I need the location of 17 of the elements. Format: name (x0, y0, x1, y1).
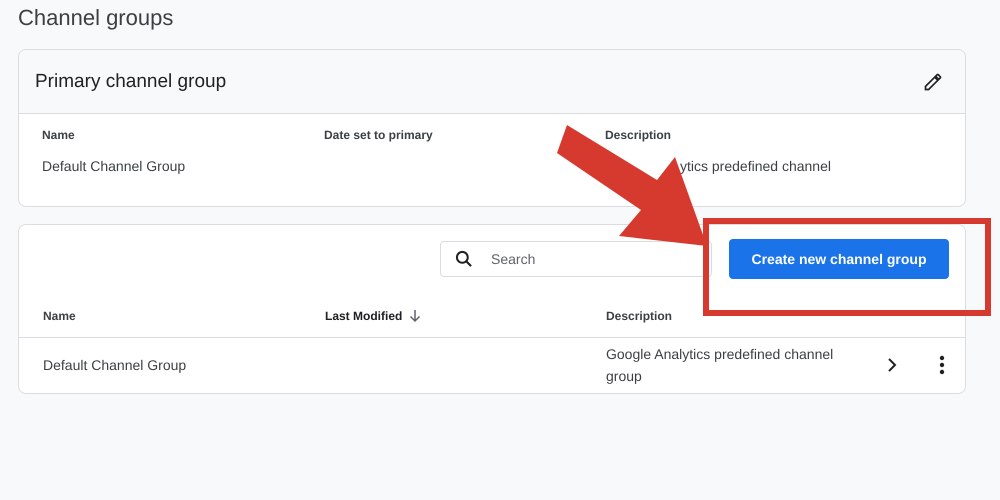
more-options-icon[interactable] (939, 355, 945, 375)
table-cell-text: Google Analytics predefined channel group (606, 345, 834, 386)
search-field[interactable]: Search (440, 241, 712, 277)
table-cell-text: Default Channel Group (42, 158, 186, 176)
card-title: Primary channel group (35, 70, 226, 92)
edit-icon[interactable] (923, 72, 943, 92)
column-header: Description (605, 128, 672, 142)
page-title: Channel groups (18, 4, 174, 32)
column-header[interactable]: Name (43, 309, 76, 323)
create-button[interactable]: Create new channel group (729, 239, 949, 279)
table-cell-text: Default Channel Group (42, 356, 188, 375)
table-cell: ytics predefined channel (680, 158, 831, 174)
column-header[interactable]: Last Modified (325, 309, 402, 323)
column-header[interactable]: Description (606, 309, 672, 323)
sort-arrow-icon[interactable] (408, 309, 422, 323)
column-header: Name (42, 128, 76, 142)
column-header: Date set to primary (324, 128, 434, 142)
